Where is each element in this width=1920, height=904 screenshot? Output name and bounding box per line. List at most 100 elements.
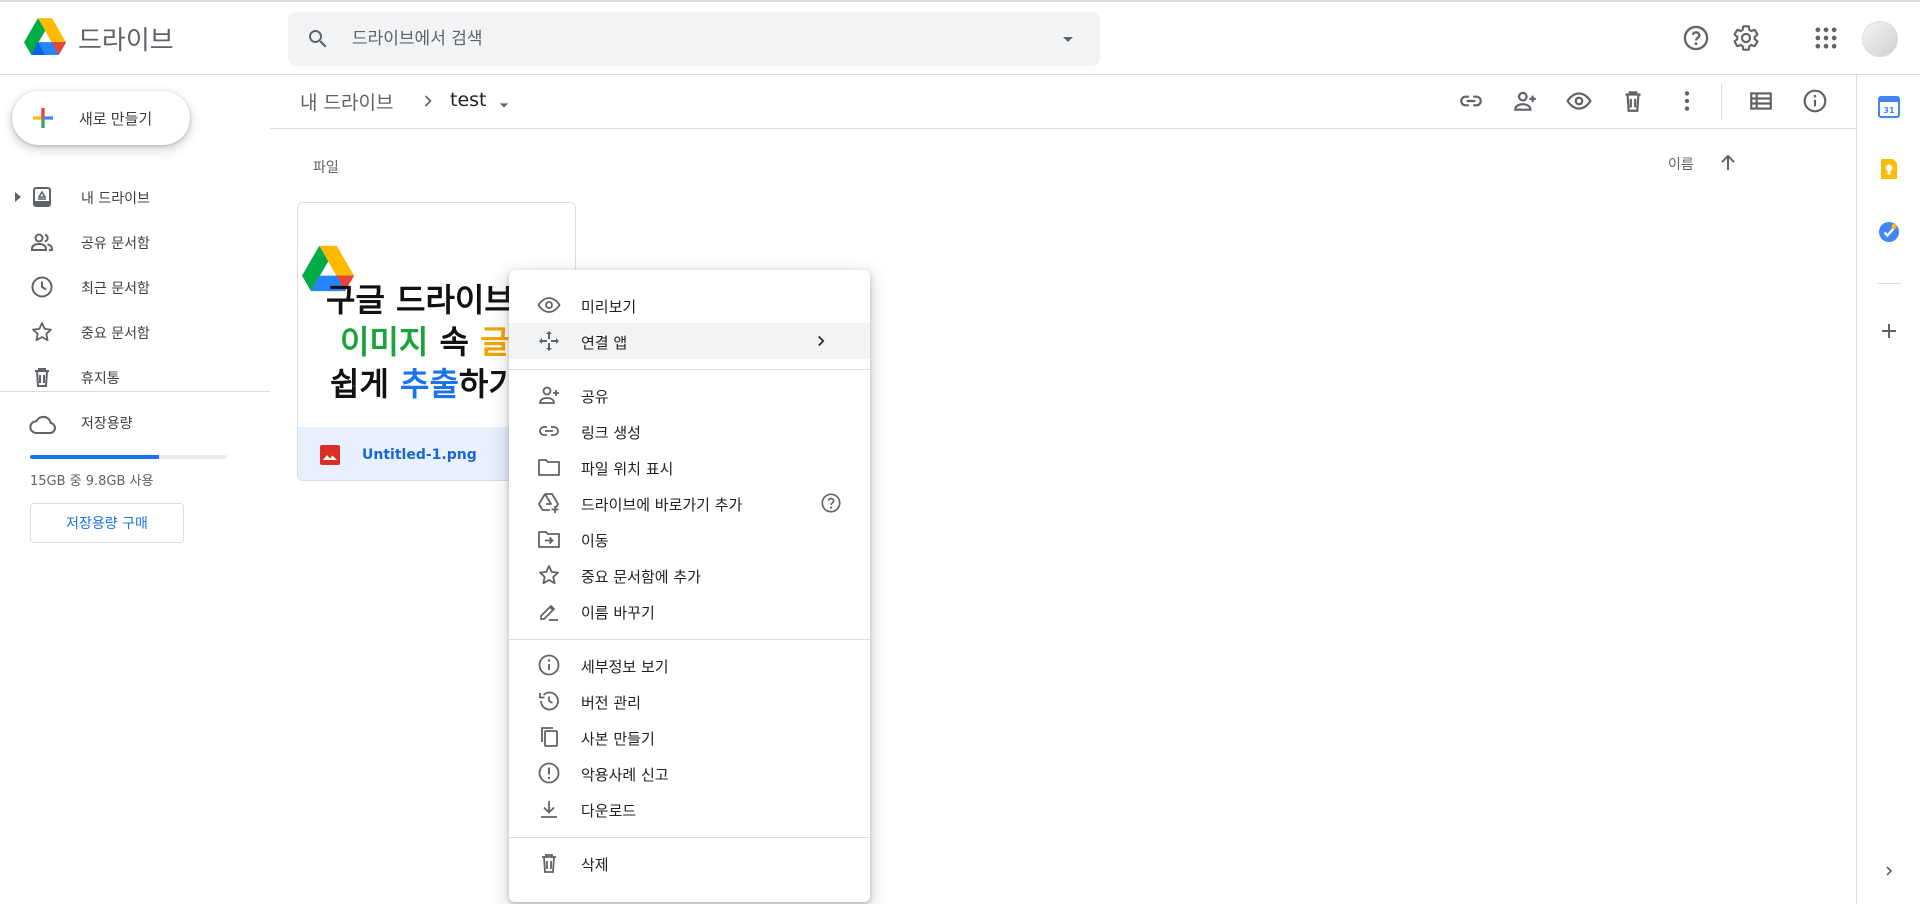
search-bar[interactable] xyxy=(288,12,1100,66)
expand-arrow-icon[interactable] xyxy=(14,192,22,202)
menu-item-move[interactable]: 이동 xyxy=(509,521,870,557)
menu-item-rename[interactable]: 이름 바꾸기 xyxy=(509,593,870,629)
menu-item-label: 연결 앱 xyxy=(581,334,628,352)
menu-item-label: 중요 문서함에 추가 xyxy=(581,568,701,586)
menu-item-label: 버전 관리 xyxy=(581,694,641,712)
drive-shortcut-icon xyxy=(538,493,559,513)
menu-item-download[interactable]: 다운로드 xyxy=(509,791,870,827)
file-name: Untitled-1.png xyxy=(362,447,477,463)
drive-logo-icon[interactable] xyxy=(24,18,66,56)
menu-item-share[interactable]: 공유 xyxy=(509,377,870,413)
breadcrumb-root[interactable]: 내 드라이브 xyxy=(300,88,393,115)
sidebar: 새로 만들기 내 드라이브 공유 문서함 최근 문서함 중요 문서함 휴지통 저… xyxy=(0,75,270,904)
sidebar-item-shared[interactable]: 공유 문서함 xyxy=(0,222,262,262)
trash-icon xyxy=(35,368,49,387)
storage-progress-bar xyxy=(30,455,227,459)
trash-icon[interactable] xyxy=(1620,88,1646,114)
sidebar-item-starred[interactable]: 중요 문서함 xyxy=(0,312,262,352)
menu-item-open-with[interactable]: 연결 앱 xyxy=(509,323,870,359)
move-icon xyxy=(538,531,560,548)
menu-divider xyxy=(509,837,870,838)
thumbnail-text-line: 구글 드라이브 xyxy=(326,281,514,319)
help-icon[interactable] xyxy=(1682,24,1710,52)
report-icon xyxy=(538,762,560,784)
sort-by-name-button[interactable]: 이름 xyxy=(1668,154,1694,174)
open-with-icon xyxy=(539,331,559,351)
avatar[interactable] xyxy=(1862,21,1898,57)
context-menu: 미리보기 연결 앱 공유 링크 생성 파일 위치 표시 드라이브에 바로가기 추… xyxy=(509,270,870,902)
copy-icon xyxy=(541,727,558,747)
menu-item-add-shortcut[interactable]: 드라이브에 바로가기 추가 xyxy=(509,485,870,521)
top-header: 드라이브 xyxy=(0,0,1920,75)
thumbnail-text-line: 이미지 속 글 xyxy=(340,323,510,361)
menu-item-add-starred[interactable]: 중요 문서함에 추가 xyxy=(509,557,870,593)
help-icon[interactable] xyxy=(820,492,842,514)
svg-text:31: 31 xyxy=(1883,106,1895,115)
sidebar-item-recent[interactable]: 최근 문서함 xyxy=(0,267,262,307)
side-panel: 31 xyxy=(1856,75,1920,904)
buy-storage-button[interactable]: 저장용량 구매 xyxy=(30,503,184,543)
search-input[interactable] xyxy=(352,12,1012,66)
person-add-icon[interactable] xyxy=(1512,88,1538,114)
sidebar-item-label: 휴지통 xyxy=(81,371,120,387)
trash-icon xyxy=(542,854,556,873)
menu-item-get-link[interactable]: 링크 생성 xyxy=(509,413,870,449)
arrow-up-icon[interactable] xyxy=(1716,151,1740,175)
storage-progress-fill xyxy=(30,455,159,459)
plus-icon[interactable] xyxy=(1877,319,1901,343)
sidebar-item-my-drive[interactable]: 내 드라이브 xyxy=(0,177,262,217)
app-title[interactable]: 드라이브 xyxy=(78,20,174,57)
menu-item-details[interactable]: 세부정보 보기 xyxy=(509,647,870,683)
menu-item-label: 링크 생성 xyxy=(581,424,641,442)
menu-item-label: 악용사례 신고 xyxy=(581,766,669,784)
breadcrumb-current-folder[interactable]: test xyxy=(450,89,487,111)
apps-grid-icon[interactable] xyxy=(1812,24,1840,52)
menu-item-preview[interactable]: 미리보기 xyxy=(509,287,870,323)
menu-item-versions[interactable]: 버전 관리 xyxy=(509,683,870,719)
history-icon xyxy=(539,691,559,711)
more-vert-icon[interactable] xyxy=(1674,88,1700,114)
plus-icon xyxy=(33,108,53,128)
search-icon[interactable] xyxy=(306,27,330,51)
menu-item-label: 다운로드 xyxy=(581,802,637,820)
content-toolbar: 내 드라이브 test xyxy=(270,75,1856,129)
menu-item-label: 세부정보 보기 xyxy=(581,658,669,676)
eye-icon xyxy=(537,297,561,313)
menu-item-label: 공유 xyxy=(581,388,609,406)
storage-title[interactable]: 저장용량 xyxy=(81,413,133,433)
keep-icon[interactable] xyxy=(1877,157,1901,181)
menu-divider xyxy=(509,369,870,370)
star-icon xyxy=(32,322,52,342)
cloud-icon xyxy=(29,415,56,434)
side-panel-divider xyxy=(1877,283,1901,284)
chevron-down-icon[interactable] xyxy=(494,95,514,115)
link-icon[interactable] xyxy=(1458,88,1484,114)
info-icon[interactable] xyxy=(1802,88,1828,114)
my-drive-icon xyxy=(33,187,51,207)
menu-item-label: 이동 xyxy=(581,532,609,550)
menu-item-label: 이름 바꾸기 xyxy=(581,604,655,622)
gear-icon[interactable] xyxy=(1732,24,1760,52)
menu-item-make-copy[interactable]: 사본 만들기 xyxy=(509,719,870,755)
new-button[interactable]: 새로 만들기 xyxy=(12,91,190,145)
menu-item-label: 미리보기 xyxy=(581,298,637,316)
chevron-right-icon[interactable] xyxy=(1881,863,1897,879)
sidebar-item-label: 최근 문서함 xyxy=(81,281,150,297)
menu-item-label: 삭제 xyxy=(581,856,609,874)
storage-usage-text: 15GB 중 9.8GB 사용 xyxy=(30,474,154,489)
calendar-icon[interactable]: 31 xyxy=(1877,95,1901,119)
sidebar-item-label: 내 드라이브 xyxy=(81,191,150,207)
chevron-right-icon xyxy=(424,95,432,107)
list-view-icon[interactable] xyxy=(1748,88,1774,114)
menu-item-report-abuse[interactable]: 악용사례 신고 xyxy=(509,755,870,791)
person-add-icon xyxy=(539,386,559,404)
eye-icon[interactable] xyxy=(1566,88,1592,114)
search-options-caret-icon[interactable] xyxy=(1056,27,1080,51)
download-icon xyxy=(541,801,557,818)
menu-item-delete[interactable]: 삭제 xyxy=(509,845,870,881)
chevron-right-icon xyxy=(818,335,825,347)
section-label: 파일 xyxy=(313,160,339,176)
menu-item-label: 드라이브에 바로가기 추가 xyxy=(581,496,743,514)
tasks-icon[interactable] xyxy=(1877,220,1901,244)
menu-item-show-location[interactable]: 파일 위치 표시 xyxy=(509,449,870,485)
